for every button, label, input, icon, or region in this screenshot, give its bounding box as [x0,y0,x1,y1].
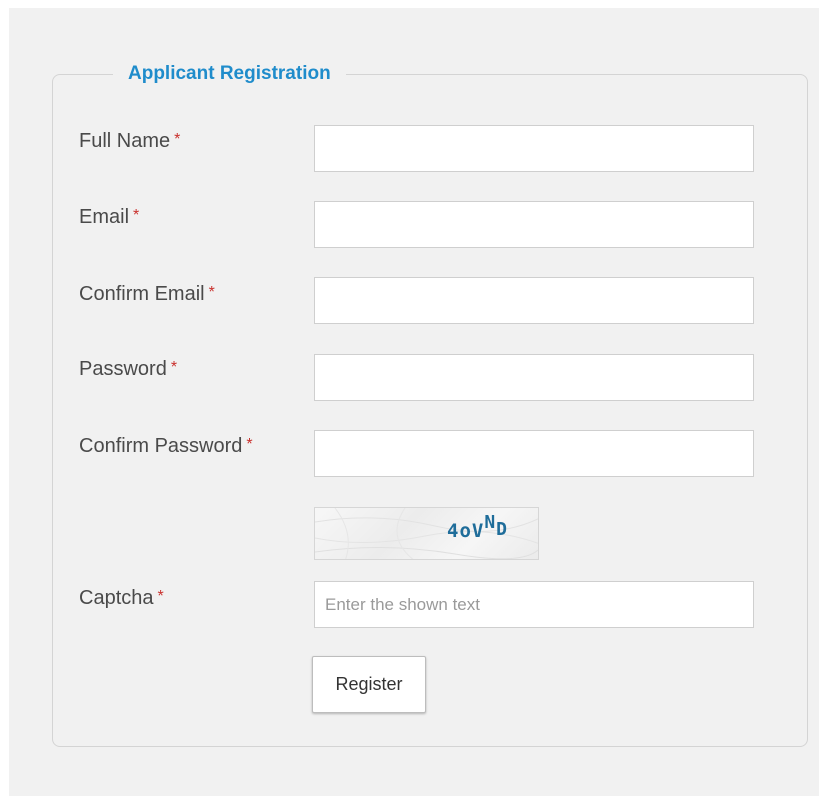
confirm-password-input[interactable] [314,430,754,477]
required-marker: * [208,284,215,301]
password-label-text: Password [79,358,167,380]
register-button[interactable]: Register [312,656,426,713]
captcha-image: 4oVND [314,507,539,560]
password-label: Password * [79,357,177,381]
captcha-label-text: Captcha [79,587,154,609]
required-marker: * [157,588,164,605]
captcha-text: 4oVND [447,512,509,542]
confirm-email-label: Confirm Email * [79,282,215,306]
required-marker: * [174,131,181,148]
full-name-label: Full Name * [79,129,180,153]
email-label-text: Email [79,206,130,228]
email-label: Email * [79,205,139,229]
captcha-text-sub: D [496,519,509,540]
full-name-label-text: Full Name [79,130,171,152]
confirm-password-label-text: Confirm Password [79,435,243,457]
confirm-email-input[interactable] [314,277,754,324]
confirm-password-label: Confirm Password * [79,434,253,458]
required-marker: * [170,359,178,376]
password-input[interactable] [314,354,754,401]
captcha-text-main: 4oV [447,520,485,542]
captcha-text-sup: N [484,512,497,533]
captcha-label: Captcha * [79,586,164,610]
required-marker: * [133,207,140,224]
captcha-input[interactable] [314,581,754,628]
full-name-input[interactable] [314,125,754,172]
confirm-email-label-text: Confirm Email [79,283,205,305]
email-input[interactable] [314,201,754,248]
form-legend: Applicant Registration [128,63,331,84]
required-marker: * [246,436,253,453]
